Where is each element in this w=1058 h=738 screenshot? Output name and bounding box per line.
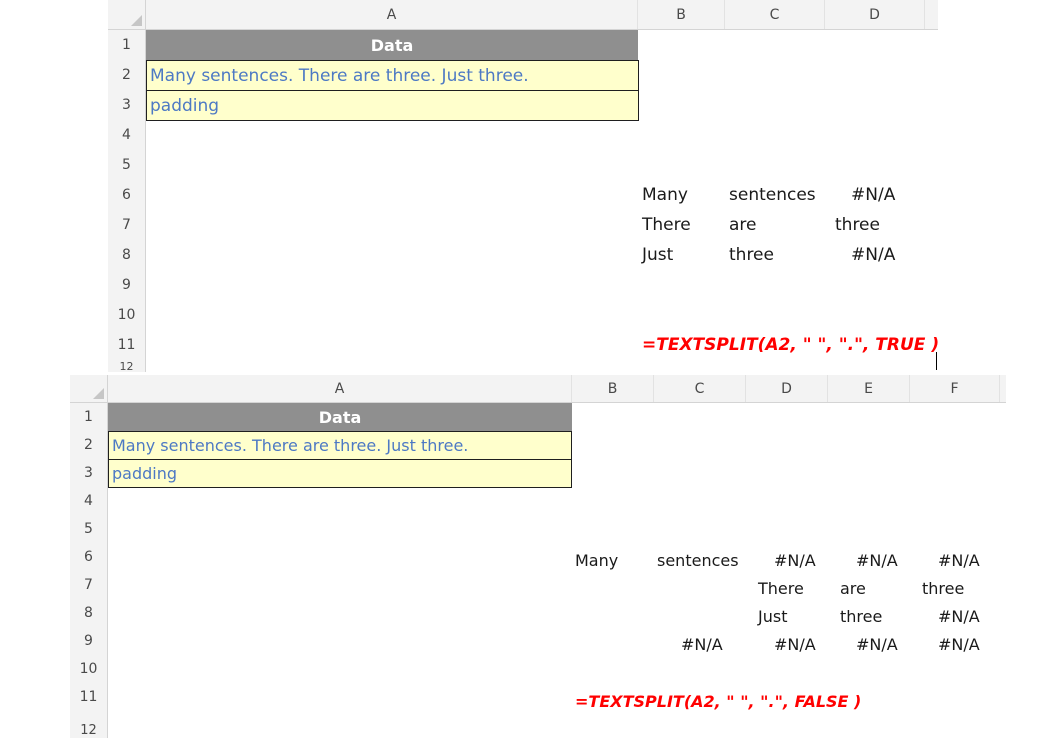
cell-a2[interactable]: Many sentences. There are three. Just th… <box>108 431 572 460</box>
result-cell-d7[interactable]: There <box>758 574 804 602</box>
column-header-c[interactable]: C <box>654 375 746 402</box>
data-header-cell[interactable]: Data <box>108 403 572 432</box>
result-cell-e9[interactable]: #N/A <box>856 630 898 658</box>
column-header-b[interactable]: B <box>638 0 725 29</box>
result-cell-d8[interactable]: #N/A <box>851 240 895 270</box>
row-header-11[interactable]: 11 <box>108 330 145 360</box>
column-header-e[interactable]: E <box>828 375 910 402</box>
row-header-7[interactable]: 7 <box>70 571 107 599</box>
data-header-cell[interactable]: Data <box>146 30 638 60</box>
row-header-10[interactable]: 10 <box>108 300 145 330</box>
column-header-d[interactable]: D <box>825 0 925 29</box>
select-all-corner[interactable] <box>108 0 146 30</box>
row-header-4[interactable]: 4 <box>70 487 107 515</box>
row-header-11[interactable]: 11 <box>70 683 107 711</box>
column-header-a[interactable]: A <box>146 0 638 29</box>
result-cell-c8[interactable]: three <box>729 240 774 270</box>
result-cell-b6[interactable]: Many <box>575 546 618 574</box>
column-header-bar: A B C D <box>146 0 938 30</box>
row-header-9[interactable]: 9 <box>108 270 145 300</box>
row-header-10[interactable]: 10 <box>70 655 107 683</box>
formula-text[interactable]: =TEXTSPLIT(A2, " ", ".", FALSE ) <box>575 687 861 715</box>
row-header-bar: 1 2 3 4 5 6 7 8 9 10 11 12 <box>108 30 146 372</box>
row-header-9[interactable]: 9 <box>70 627 107 655</box>
cell-a3[interactable]: padding <box>108 459 572 488</box>
result-cell-b6[interactable]: Many <box>642 180 688 210</box>
row-header-2[interactable]: 2 <box>108 60 145 90</box>
column-header-a[interactable]: A <box>108 375 572 402</box>
result-cell-f7[interactable]: three <box>922 574 964 602</box>
result-cell-e7[interactable]: are <box>840 574 866 602</box>
column-header-f[interactable]: F <box>910 375 1000 402</box>
result-cell-d6[interactable]: #N/A <box>851 180 895 210</box>
cell-a2[interactable]: Many sentences. There are three. Just th… <box>146 60 639 91</box>
result-cell-c6[interactable]: sentences <box>657 546 739 574</box>
spreadsheet-panel-1: A B C D 1 2 3 4 5 6 7 8 9 10 11 12 Data … <box>108 0 938 372</box>
row-header-5[interactable]: 5 <box>108 150 145 180</box>
row-header-7[interactable]: 7 <box>108 210 145 240</box>
row-header-1[interactable]: 1 <box>70 403 107 431</box>
result-cell-e8[interactable]: three <box>840 602 882 630</box>
column-header-c[interactable]: C <box>725 0 825 29</box>
result-cell-d9[interactable]: #N/A <box>774 630 816 658</box>
row-header-6[interactable]: 6 <box>70 543 107 571</box>
row-header-3[interactable]: 3 <box>108 90 145 120</box>
result-cell-d6[interactable]: #N/A <box>774 546 816 574</box>
result-cell-f9[interactable]: #N/A <box>938 630 980 658</box>
cell-a3[interactable]: padding <box>146 90 639 121</box>
row-header-5[interactable]: 5 <box>70 515 107 543</box>
text-cursor <box>936 352 937 370</box>
select-all-triangle-icon <box>131 15 142 26</box>
result-cell-c6[interactable]: sentences <box>729 180 816 210</box>
select-all-corner[interactable] <box>70 375 108 403</box>
result-cell-b7[interactable]: There <box>642 210 691 240</box>
row-header-12[interactable]: 12 <box>108 360 145 372</box>
column-header-bar: A B C D E F <box>108 375 1006 403</box>
row-header-3[interactable]: 3 <box>70 459 107 487</box>
result-cell-c7[interactable]: are <box>729 210 757 240</box>
row-header-12[interactable]: 12 <box>70 711 107 738</box>
result-cell-f8[interactable]: #N/A <box>938 602 980 630</box>
result-cell-e6[interactable]: #N/A <box>856 546 898 574</box>
column-header-d[interactable]: D <box>746 375 828 402</box>
result-cell-b8[interactable]: Just <box>642 240 673 270</box>
row-header-6[interactable]: 6 <box>108 180 145 210</box>
result-cell-c9[interactable]: #N/A <box>681 630 723 658</box>
row-header-8[interactable]: 8 <box>70 599 107 627</box>
row-header-4[interactable]: 4 <box>108 120 145 150</box>
formula-text[interactable]: =TEXTSPLIT(A2, " ", ".", TRUE ) <box>642 330 938 360</box>
row-header-2[interactable]: 2 <box>70 431 107 459</box>
spreadsheet-panel-2: A B C D E F 1 2 3 4 5 6 7 8 9 10 11 12 D… <box>70 375 1006 738</box>
result-cell-f6[interactable]: #N/A <box>938 546 980 574</box>
select-all-triangle-icon <box>93 388 104 399</box>
column-header-b[interactable]: B <box>572 375 654 402</box>
result-cell-d7[interactable]: three <box>835 210 880 240</box>
row-header-bar: 1 2 3 4 5 6 7 8 9 10 11 12 <box>70 403 108 738</box>
row-header-1[interactable]: 1 <box>108 30 145 60</box>
result-cell-d8[interactable]: Just <box>758 602 787 630</box>
row-header-8[interactable]: 8 <box>108 240 145 270</box>
